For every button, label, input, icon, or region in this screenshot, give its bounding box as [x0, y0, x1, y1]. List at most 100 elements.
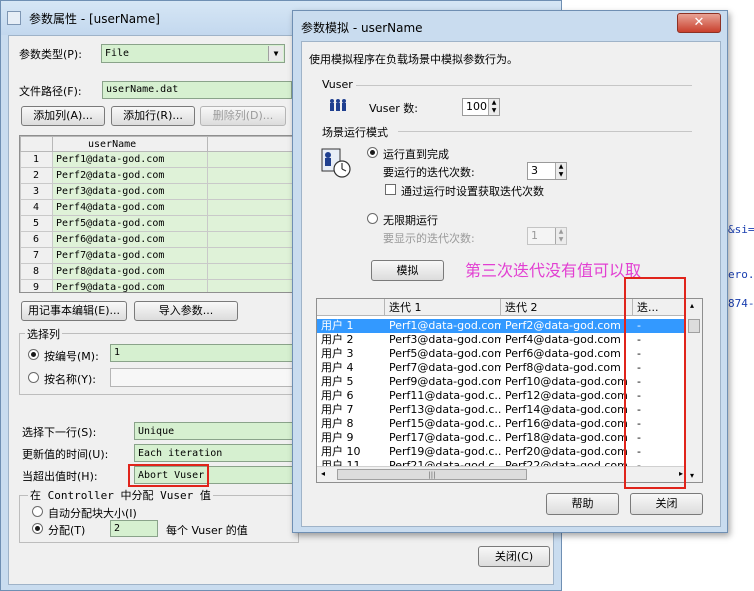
iteration-2-cell: Perf18@data-god.com — [505, 431, 628, 444]
table-row[interactable]: 6 Perf6@data-god.com — [20, 231, 298, 248]
delete-column-button[interactable]: 删除列(D)... — [200, 106, 286, 126]
by-name-select[interactable] — [110, 368, 295, 387]
table-row[interactable]: 7 Perf7@data-god.com — [20, 247, 298, 264]
blank-cell[interactable] — [207, 183, 298, 200]
run-indefinitely-radio[interactable] — [367, 213, 378, 224]
background-link-3[interactable]: 874- — [728, 297, 754, 310]
column-header-user[interactable] — [317, 299, 385, 316]
blank-cell[interactable] — [207, 247, 298, 264]
select-column-title: 选择列 — [25, 326, 62, 342]
show-iterations-value: 1 — [531, 229, 538, 242]
blank-cell[interactable] — [207, 167, 298, 184]
iteration-2-cell: Perf16@data-god.com — [505, 417, 628, 430]
by-name-radio[interactable] — [28, 372, 39, 383]
help-button[interactable]: 帮助 — [546, 493, 619, 515]
param-type-select[interactable]: File ▼ — [101, 44, 285, 63]
divider — [356, 85, 692, 86]
run-until-complete-radio[interactable] — [367, 147, 378, 158]
column-header-iteration-2[interactable]: 迭代 2 — [501, 299, 633, 316]
table-row[interactable]: 2 Perf2@data-god.com — [20, 167, 298, 184]
out-of-values-label: 当超出值时(H): — [22, 470, 98, 483]
vertical-scrollbar[interactable]: ▴ ▾ — [685, 299, 702, 482]
table-header-row: userName — [20, 136, 298, 152]
iteration-2-cell: Perf6@data-god.com — [505, 347, 621, 360]
by-number-radio[interactable] — [28, 349, 39, 360]
iteration-1-cell: Perf17@data-god.c... — [389, 431, 501, 444]
background-link-2[interactable]: ero.l — [728, 268, 754, 281]
background-link-1[interactable]: &si= — [728, 223, 754, 236]
table-row[interactable]: 4 Perf4@data-god.com — [20, 199, 298, 216]
auto-allocate-radio[interactable] — [32, 506, 43, 517]
runtime-iterations-checkbox[interactable] — [385, 184, 396, 195]
by-number-input[interactable]: 1 — [110, 344, 295, 362]
iteration-2-cell: Perf20@data-god.com — [505, 445, 628, 458]
blank-cell[interactable] — [207, 215, 298, 232]
import-parameters-button[interactable]: 导入参数... — [134, 301, 238, 321]
allocate-radio[interactable] — [32, 523, 43, 534]
column-header-iteration-1[interactable]: 迭代 1 — [385, 299, 501, 316]
table-row[interactable]: 5 Perf5@data-god.com — [20, 215, 298, 232]
close-button[interactable]: 关闭(C) — [478, 546, 550, 567]
run-mode-clock-icon — [318, 145, 352, 182]
chevron-down-icon[interactable]: ▼ — [268, 46, 283, 61]
iteration-1-cell: Perf9@data-god.com — [389, 375, 501, 388]
table-row[interactable]: 9 Perf9@data-god.com — [20, 279, 298, 292]
next-row-select[interactable]: Unique — [134, 422, 294, 440]
edit-with-notepad-button[interactable]: 用记事本编辑(E)... — [21, 301, 127, 321]
allocate-input[interactable]: 2 — [110, 520, 158, 537]
row-value[interactable]: Perf1@data-god.com — [52, 151, 208, 168]
scrollbar-thumb[interactable]: ||| — [337, 469, 527, 480]
row-value[interactable]: Perf4@data-god.com — [52, 199, 208, 216]
row-value[interactable]: Perf2@data-god.com — [52, 167, 208, 184]
file-path-input[interactable]: userName.dat — [102, 81, 292, 99]
spin-arrows-icon[interactable]: ▲ ▼ — [555, 228, 566, 244]
iterations-stepper[interactable]: 3 ▲ ▼ — [527, 162, 567, 180]
parameter-data-table: userName 1 Perf1@data-god.com 2 Perf2@data… — [20, 136, 298, 292]
scroll-up-icon[interactable]: ▴ — [690, 301, 694, 310]
update-value-select[interactable]: Each iteration — [134, 444, 294, 462]
next-row-label: 选择下一行(S): — [22, 426, 97, 439]
show-iterations-stepper[interactable]: 1 ▲ ▼ — [527, 227, 567, 245]
blank-cell[interactable] — [207, 263, 298, 280]
blank-cell[interactable] — [207, 199, 298, 216]
close-button[interactable]: 关闭 — [630, 493, 703, 515]
blank-cell[interactable] — [207, 279, 298, 292]
parameter-data-grid[interactable]: userName 1 Perf1@data-god.com 2 Perf2@data… — [19, 135, 299, 293]
column-header-username[interactable]: userName — [52, 136, 208, 152]
iteration-1-cell: Perf5@data-god.com — [389, 347, 501, 360]
runtime-iterations-label: 通过运行时设置获取迭代次数 — [401, 185, 544, 198]
table-row[interactable]: 1 Perf1@data-god.com — [20, 151, 298, 168]
by-name-label: 按名称(Y): — [44, 373, 97, 386]
close-icon[interactable]: ✕ — [677, 13, 721, 33]
iteration-1-cell: Perf15@data-god.c... — [389, 417, 501, 430]
red-highlight-box — [128, 464, 209, 487]
window-title: 参数模拟 - userName — [301, 21, 423, 35]
row-value[interactable]: Perf9@data-god.com — [52, 279, 208, 292]
simulate-button[interactable]: 模拟 — [371, 260, 444, 281]
row-number: 4 — [20, 199, 53, 216]
row-value[interactable]: Perf7@data-god.com — [52, 247, 208, 264]
scrollbar-thumb[interactable] — [688, 319, 700, 333]
table-row[interactable]: 3 Perf3@data-god.com — [20, 183, 298, 200]
spin-arrows-icon[interactable]: ▲ ▼ — [488, 99, 499, 115]
table-row[interactable]: 8 Perf8@data-god.com — [20, 263, 298, 280]
spin-arrows-icon[interactable]: ▲ ▼ — [555, 163, 566, 179]
blank-cell[interactable] — [207, 231, 298, 248]
iteration-1-cell: Perf7@data-god.com — [389, 361, 501, 374]
by-number-label: 按编号(M): — [44, 350, 99, 363]
blank-cell[interactable] — [207, 151, 298, 168]
scroll-down-icon[interactable]: ▾ — [690, 471, 694, 480]
row-value[interactable]: Perf5@data-god.com — [52, 215, 208, 232]
iteration-2-cell: Perf8@data-god.com — [505, 361, 621, 374]
window-title: 参数属性 - [userName] — [29, 12, 160, 26]
allocate-suffix: 每个 Vuser 的值 — [166, 524, 248, 537]
row-number: 5 — [20, 215, 53, 232]
add-row-button[interactable]: 添加行(R)... — [111, 106, 195, 126]
row-number: 9 — [20, 279, 53, 292]
add-column-button[interactable]: 添加列(A)... — [21, 106, 105, 126]
row-value[interactable]: Perf8@data-god.com — [52, 263, 208, 280]
vuser-count-stepper[interactable]: 100 ▲ ▼ — [462, 98, 500, 116]
row-value[interactable]: Perf3@data-god.com — [52, 183, 208, 200]
row-value[interactable]: Perf6@data-god.com — [52, 231, 208, 248]
scroll-left-icon[interactable]: ◂ — [321, 469, 325, 478]
